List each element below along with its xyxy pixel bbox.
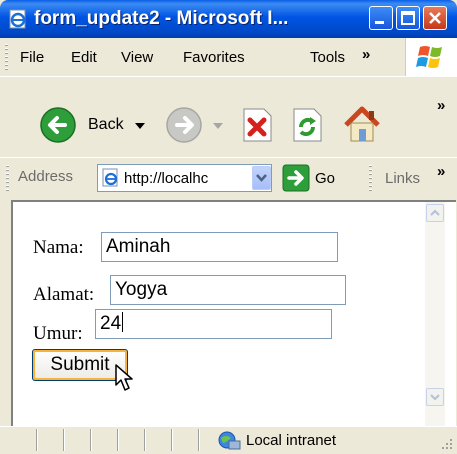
back-button-label[interactable]: Back bbox=[88, 116, 124, 134]
menu-favorites[interactable]: Favorites bbox=[183, 49, 245, 66]
umur-input[interactable]: 24 bbox=[95, 309, 332, 339]
status-separator bbox=[117, 429, 119, 451]
status-separator bbox=[90, 429, 92, 451]
windows-logo bbox=[405, 38, 457, 76]
status-separator bbox=[36, 429, 38, 451]
status-zone: Local intranet bbox=[246, 432, 337, 449]
refresh-icon[interactable] bbox=[290, 107, 324, 143]
text-caret bbox=[122, 312, 124, 332]
toolbar-overflow-chevron[interactable]: » bbox=[437, 97, 445, 114]
umur-label: Umur: bbox=[33, 323, 83, 344]
links-label[interactable]: Links bbox=[385, 170, 420, 187]
nama-label: Nama: bbox=[33, 237, 84, 258]
forward-dropdown-icon[interactable] bbox=[212, 121, 224, 131]
menu-tools[interactable]: Tools bbox=[310, 49, 345, 66]
status-separator bbox=[171, 429, 173, 451]
mouse-pointer-icon bbox=[115, 364, 133, 391]
menu-overflow-chevron[interactable]: » bbox=[362, 46, 370, 63]
standard-toolbar: Back » bbox=[0, 77, 457, 158]
address-dropdown-button[interactable] bbox=[252, 166, 271, 190]
local-intranet-icon bbox=[218, 431, 241, 450]
ie-page-icon bbox=[102, 168, 118, 187]
back-arrow-icon[interactable] bbox=[38, 105, 78, 145]
address-label: Address bbox=[18, 168, 74, 185]
umur-value: 24 bbox=[100, 313, 122, 334]
window-title: form_update2 - Microsoft I... bbox=[34, 8, 289, 29]
scroll-up-button[interactable] bbox=[426, 204, 444, 222]
nama-input[interactable]: Aminah bbox=[101, 232, 338, 262]
back-dropdown-icon[interactable] bbox=[134, 121, 146, 131]
alamat-label: Alamat: bbox=[33, 284, 95, 305]
menu-file[interactable]: File bbox=[20, 49, 44, 66]
address-grip[interactable] bbox=[6, 165, 9, 191]
close-button[interactable] bbox=[423, 6, 447, 30]
close-icon bbox=[429, 12, 441, 24]
status-separator bbox=[144, 429, 146, 451]
maximize-button[interactable] bbox=[396, 6, 420, 30]
go-arrow-icon[interactable] bbox=[282, 164, 310, 192]
forward-arrow-icon[interactable] bbox=[164, 105, 204, 145]
scroll-down-button[interactable] bbox=[426, 388, 444, 406]
chevron-down-icon bbox=[256, 174, 267, 182]
title-bar[interactable]: form_update2 - Microsoft I... bbox=[0, 0, 457, 38]
menu-edit[interactable]: Edit bbox=[71, 49, 97, 66]
status-separator bbox=[198, 429, 200, 451]
ie-page-icon bbox=[9, 9, 26, 29]
chevron-up-icon bbox=[430, 209, 440, 216]
menu-view[interactable]: View bbox=[121, 49, 153, 66]
links-overflow-chevron[interactable]: » bbox=[437, 163, 445, 180]
address-url: http://localhc bbox=[124, 170, 209, 187]
status-separator bbox=[63, 429, 65, 451]
minimize-icon bbox=[375, 21, 384, 24]
resize-grip-icon[interactable] bbox=[440, 437, 454, 451]
home-icon[interactable] bbox=[340, 103, 384, 145]
go-button-label[interactable]: Go bbox=[315, 170, 335, 187]
chevron-down-icon bbox=[430, 394, 440, 401]
links-grip[interactable] bbox=[369, 165, 372, 191]
stop-icon[interactable] bbox=[240, 107, 274, 143]
alamat-input[interactable]: Yogya bbox=[110, 275, 346, 305]
browser-window: form_update2 - Microsoft I... File Edit … bbox=[0, 0, 457, 454]
windows-flag-icon bbox=[416, 46, 442, 68]
menu-grip[interactable] bbox=[5, 44, 8, 70]
minimize-button[interactable] bbox=[369, 6, 393, 30]
maximize-icon bbox=[401, 11, 415, 25]
